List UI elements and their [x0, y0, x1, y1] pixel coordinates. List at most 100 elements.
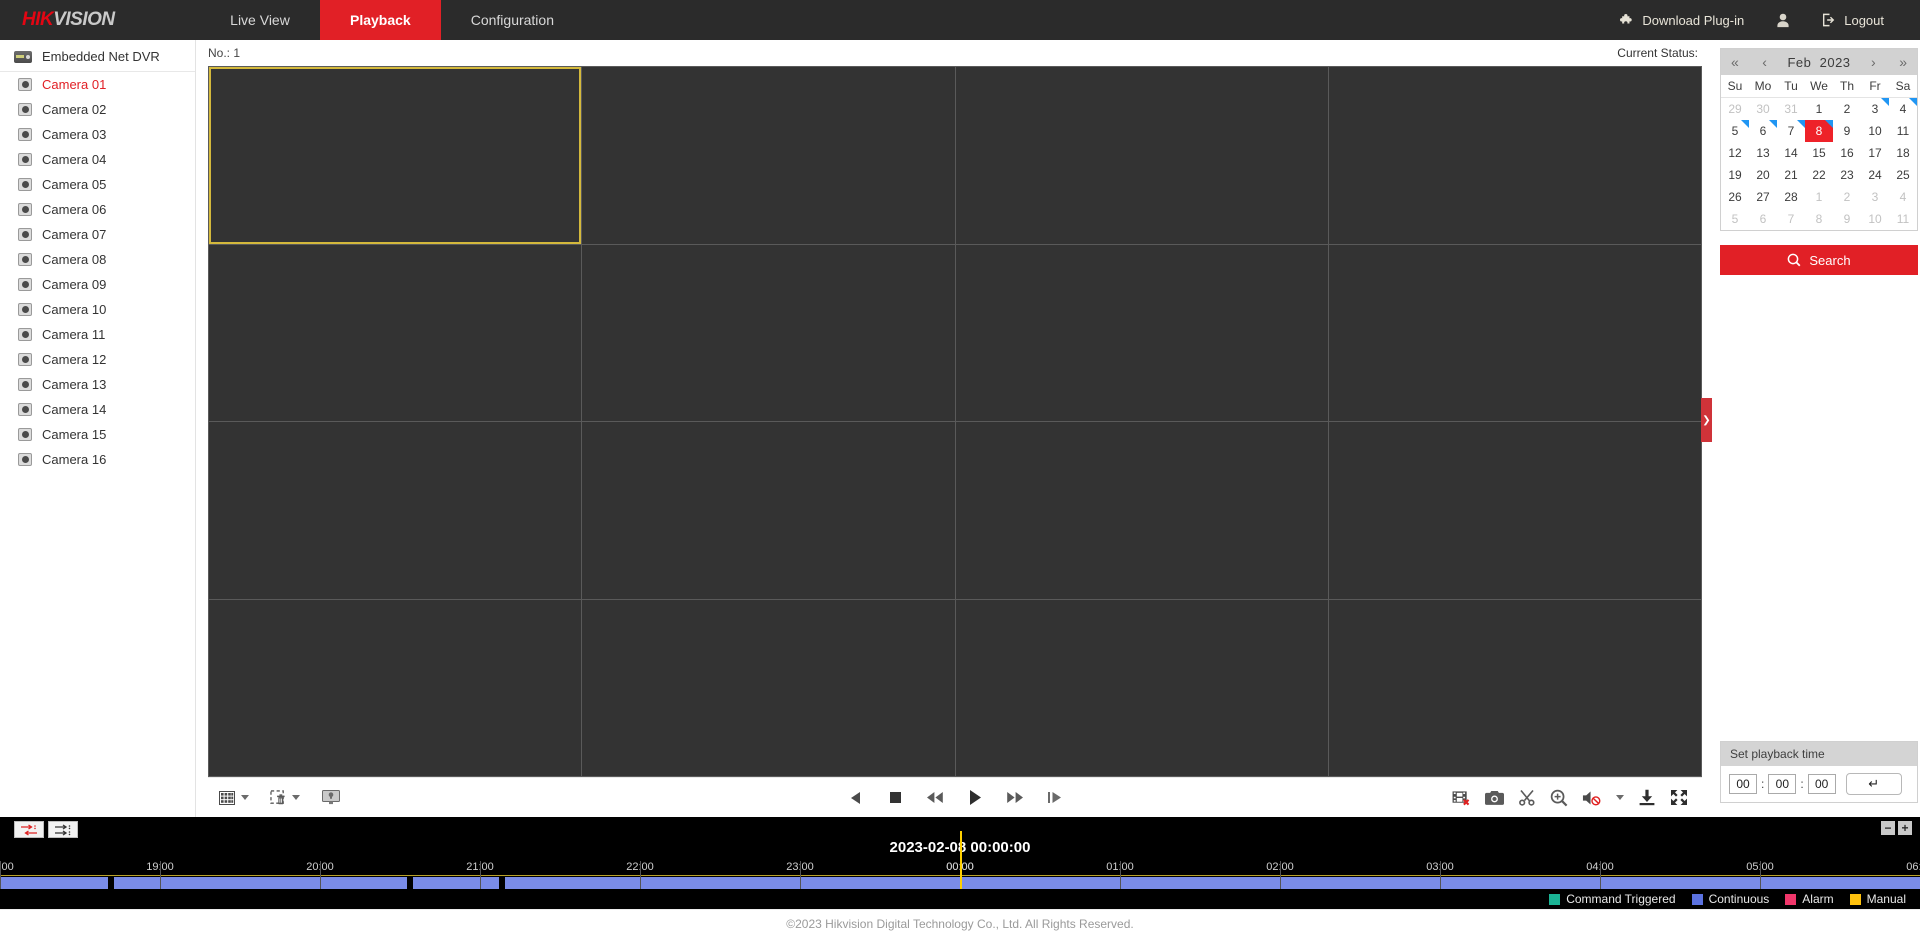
calendar-day-8[interactable]: 5	[1721, 120, 1749, 142]
calendar-day-41[interactable]: 10	[1861, 208, 1889, 230]
calendar-day-18[interactable]: 15	[1805, 142, 1833, 164]
timeline-zoom-out-button[interactable]: −	[1881, 821, 1895, 835]
snapshot-button[interactable]	[1485, 786, 1504, 810]
calendar-prev-month-button[interactable]: ‹	[1759, 54, 1770, 70]
timeline-async-mode-button[interactable]	[48, 821, 78, 838]
fullscreen-button[interactable]	[1670, 786, 1688, 810]
frame-step-button[interactable]	[1046, 786, 1064, 810]
display-output-button[interactable]	[322, 786, 340, 810]
sidebar-item-camera-9[interactable]: Camera 09	[0, 272, 195, 297]
calendar-day-33[interactable]: 2	[1833, 186, 1861, 208]
sidebar-item-camera-8[interactable]: Camera 08	[0, 247, 195, 272]
timeline[interactable]: − + 2023-02-08 00:00:00 18:0019:0020:002…	[0, 817, 1920, 889]
tab-configuration[interactable]: Configuration	[441, 0, 584, 40]
video-cell-16[interactable]	[1328, 599, 1701, 776]
calendar-day-9[interactable]: 6	[1749, 120, 1777, 142]
playback-seconds-input[interactable]	[1807, 774, 1836, 794]
calendar-day-22[interactable]: 19	[1721, 164, 1749, 186]
digital-zoom-button[interactable]	[1550, 786, 1568, 810]
download-plugin-button[interactable]: Download Plug-in	[1604, 0, 1760, 40]
calendar-day-5[interactable]: 2	[1833, 98, 1861, 120]
video-cell-8[interactable]	[1328, 244, 1701, 421]
video-cell-5[interactable]	[209, 244, 582, 421]
timeline-sync-mode-button[interactable]	[14, 821, 44, 838]
sidebar-item-camera-10[interactable]: Camera 10	[0, 297, 195, 322]
video-cell-12[interactable]	[1328, 422, 1701, 599]
calendar-day-15[interactable]: 12	[1721, 142, 1749, 164]
playback-minutes-input[interactable]	[1768, 774, 1797, 794]
window-layout-caret-icon[interactable]	[241, 795, 249, 800]
calendar-prev-year-button[interactable]: «	[1728, 54, 1742, 70]
video-cell-11[interactable]	[955, 422, 1328, 599]
playback-hours-input[interactable]	[1729, 774, 1757, 794]
clip-button[interactable]	[1518, 786, 1536, 810]
calendar-day-17[interactable]: 14	[1777, 142, 1805, 164]
sidebar-item-camera-4[interactable]: Camera 04	[0, 147, 195, 172]
calendar-day-31[interactable]: 28	[1777, 186, 1805, 208]
calendar-day-26[interactable]: 23	[1833, 164, 1861, 186]
calendar-day-1[interactable]: 29	[1721, 98, 1749, 120]
calendar-day-29[interactable]: 26	[1721, 186, 1749, 208]
sidebar-item-camera-11[interactable]: Camera 11	[0, 322, 195, 347]
calendar-day-10[interactable]: 7	[1777, 120, 1805, 142]
video-cell-3[interactable]	[955, 67, 1328, 244]
video-cell-9[interactable]	[209, 422, 582, 599]
calendar-day-25[interactable]: 22	[1805, 164, 1833, 186]
calendar-day-4[interactable]: 1	[1805, 98, 1833, 120]
calendar-day-7[interactable]: 4	[1889, 98, 1917, 120]
timeline-zoom-in-button[interactable]: +	[1898, 821, 1912, 835]
capture-area-button[interactable]	[269, 786, 287, 810]
tab-live-view[interactable]: Live View	[200, 0, 320, 40]
calendar-day-6[interactable]: 3	[1861, 98, 1889, 120]
sidebar-item-camera-13[interactable]: Camera 13	[0, 372, 195, 397]
search-button[interactable]: Search	[1720, 245, 1918, 275]
calendar-day-36[interactable]: 5	[1721, 208, 1749, 230]
play-button[interactable]	[966, 786, 984, 810]
tab-playback[interactable]: Playback	[320, 0, 441, 40]
download-button[interactable]	[1638, 786, 1656, 810]
calendar-day-42[interactable]: 11	[1889, 208, 1917, 230]
video-cell-6[interactable]	[582, 244, 955, 421]
sidebar-item-camera-2[interactable]: Camera 02	[0, 97, 195, 122]
audio-caret-icon[interactable]	[1616, 795, 1624, 800]
sidebar-item-camera-5[interactable]: Camera 05	[0, 172, 195, 197]
sidebar-item-camera-14[interactable]: Camera 14	[0, 397, 195, 422]
rewind-button[interactable]	[926, 786, 944, 810]
calendar-day-13[interactable]: 10	[1861, 120, 1889, 142]
calendar-day-21[interactable]: 18	[1889, 142, 1917, 164]
sidebar-item-camera-7[interactable]: Camera 07	[0, 222, 195, 247]
calendar-day-16[interactable]: 13	[1749, 142, 1777, 164]
stop-button[interactable]	[886, 786, 904, 810]
calendar-day-35[interactable]: 4	[1889, 186, 1917, 208]
calendar-day-23[interactable]: 20	[1749, 164, 1777, 186]
reverse-play-button[interactable]	[846, 786, 864, 810]
video-cell-13[interactable]	[209, 599, 582, 776]
calendar-day-39[interactable]: 8	[1805, 208, 1833, 230]
audio-mute-button[interactable]	[1582, 786, 1601, 810]
calendar-day-37[interactable]: 6	[1749, 208, 1777, 230]
calendar-day-20[interactable]: 17	[1861, 142, 1889, 164]
sidebar-item-camera-1[interactable]: Camera 01	[0, 72, 195, 97]
calendar-day-2[interactable]: 30	[1749, 98, 1777, 120]
calendar-day-14[interactable]: 11	[1889, 120, 1917, 142]
window-layout-button[interactable]	[218, 786, 236, 810]
calendar-next-year-button[interactable]: »	[1896, 54, 1910, 70]
sidebar-item-camera-15[interactable]: Camera 15	[0, 422, 195, 447]
video-cell-15[interactable]	[955, 599, 1328, 776]
calendar-day-30[interactable]: 27	[1749, 186, 1777, 208]
device-node-embedded-net-dvr[interactable]: Embedded Net DVR	[0, 42, 195, 72]
capture-area-caret-icon[interactable]	[292, 795, 300, 800]
sidebar-item-camera-3[interactable]: Camera 03	[0, 122, 195, 147]
user-account-button[interactable]	[1760, 0, 1806, 40]
calendar-next-month-button[interactable]: ›	[1868, 54, 1879, 70]
right-panel-collapse-tab[interactable]: ❯	[1701, 398, 1712, 442]
sidebar-item-camera-12[interactable]: Camera 12	[0, 347, 195, 372]
video-cell-1[interactable]	[209, 67, 582, 244]
sidebar-item-camera-6[interactable]: Camera 06	[0, 197, 195, 222]
calendar-day-40[interactable]: 9	[1833, 208, 1861, 230]
calendar-day-34[interactable]: 3	[1861, 186, 1889, 208]
calendar-day-12[interactable]: 9	[1833, 120, 1861, 142]
timeline-playhead[interactable]	[960, 831, 962, 889]
calendar-day-28[interactable]: 25	[1889, 164, 1917, 186]
video-cell-2[interactable]	[582, 67, 955, 244]
